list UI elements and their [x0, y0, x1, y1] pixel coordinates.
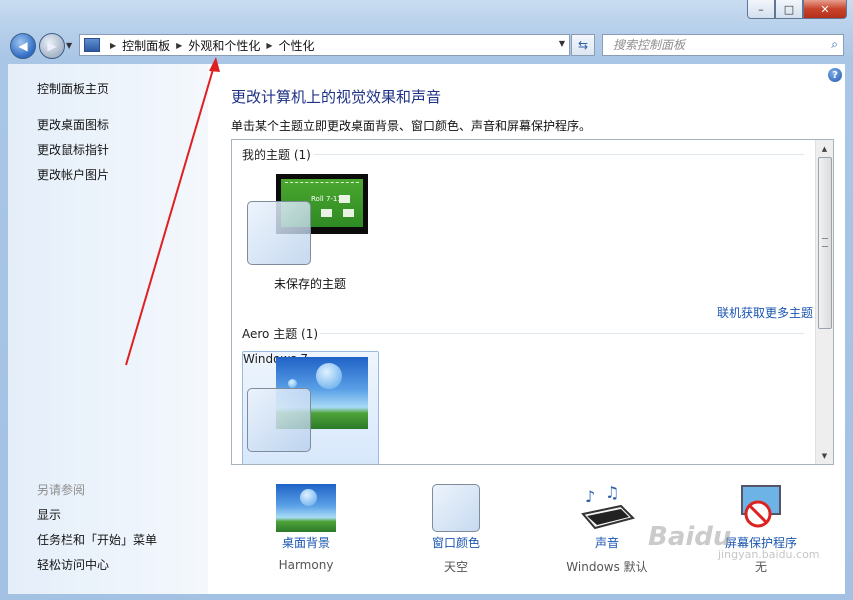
moon-graphic	[288, 379, 297, 388]
desktop-background-icon	[276, 484, 336, 532]
maximize-button[interactable]: □	[775, 0, 803, 19]
sidebar-link-mouse-pointers[interactable]: 更改鼠标指针	[37, 141, 109, 158]
arrow-right-icon: ▶	[47, 39, 57, 53]
window-controls: – □ ✕	[747, 0, 847, 19]
sidebar: 控制面板主页 更改桌面图标 更改鼠标指针 更改帐户图片 另请参阅 显示 任务栏和…	[8, 64, 208, 594]
recent-pages-dropdown-icon[interactable]: ▼	[66, 41, 72, 50]
group-heading-my-themes: 我的主题 (1)	[242, 148, 311, 162]
scroll-up-icon[interactable]: ▲	[816, 140, 833, 157]
breadcrumb-personalization[interactable]: 个性化	[279, 37, 315, 54]
setting-label[interactable]: 桌面背景	[266, 534, 346, 551]
scroll-thumb[interactable]	[818, 157, 832, 329]
sounds-setting[interactable]: ♪ ♫ 声音 Windows 默认	[557, 483, 657, 575]
sidebar-link-account-picture[interactable]: 更改帐户图片	[37, 166, 109, 183]
desktop-background-setting[interactable]: 桌面背景 Harmony	[266, 484, 346, 572]
window-color-preview	[247, 201, 311, 265]
breadcrumb-appearance[interactable]: 外观和个性化	[188, 37, 260, 54]
theme-windows7[interactable]: Windows 7	[242, 351, 379, 464]
breadcrumb-control-panel[interactable]: 控制面板	[122, 37, 170, 54]
baidu-watermark: Baidu jingyan.baidu.com	[648, 522, 820, 561]
close-button[interactable]: ✕	[803, 0, 847, 19]
back-button[interactable]: ◀	[10, 33, 36, 59]
address-dropdown-icon[interactable]: ▼	[559, 39, 565, 48]
help-icon[interactable]: ?	[828, 68, 842, 82]
planet-graphic	[316, 363, 342, 389]
divider	[314, 154, 804, 155]
watermark-url: jingyan.baidu.com	[718, 548, 820, 561]
minimize-button[interactable]: –	[747, 0, 775, 19]
theme-list: 我的主题 (1) Roll 7-11 未保存的主题 联机获取更多主题 Aero …	[231, 139, 834, 465]
thumbnail-box	[339, 195, 350, 203]
thumbnail-box	[343, 209, 354, 217]
sidebar-link-taskbar[interactable]: 任务栏和「开始」菜单	[37, 531, 157, 548]
window-color-setting[interactable]: 窗口颜色 天空	[416, 484, 496, 575]
sound-keyboard-icon: ♪ ♫	[577, 483, 637, 532]
sidebar-link-home[interactable]: 控制面板主页	[37, 80, 109, 97]
search-input[interactable]	[611, 35, 815, 55]
window-color-preview	[247, 388, 311, 452]
navigation-bar: ◀ ▶ ▼ ▶ 控制面板 ▶ 外观和个性化 ▶ 个性化 ▼ ⇆ ⌕	[0, 32, 853, 60]
setting-value: Harmony	[278, 558, 334, 572]
control-panel-icon	[84, 38, 100, 52]
chevron-right-icon[interactable]: ▶	[266, 41, 272, 50]
thumbnail-border-pattern	[285, 182, 359, 186]
window-color-icon	[432, 484, 480, 532]
get-more-themes-link[interactable]: 联机获取更多主题	[717, 304, 813, 321]
personalization-window: – □ ✕ ◀ ▶ ▼ ▶ 控制面板 ▶ 外观和个性化 ▶ 个性化 ▼ ⇆ ⌕	[0, 0, 853, 600]
theme-name: 未保存的主题	[273, 277, 346, 291]
chevron-right-icon[interactable]: ▶	[110, 41, 116, 50]
setting-value: Windows 默认	[566, 560, 648, 574]
theme-unsaved[interactable]: Roll 7-11 未保存的主题	[242, 170, 378, 291]
search-icon[interactable]: ⌕	[831, 37, 838, 52]
setting-label[interactable]: 声音	[557, 534, 657, 551]
sidebar-link-desktop-icons[interactable]: 更改桌面图标	[37, 116, 109, 133]
scroll-down-icon[interactable]: ▼	[816, 447, 833, 464]
chevron-right-icon[interactable]: ▶	[176, 41, 182, 50]
divider	[320, 333, 804, 334]
setting-label[interactable]: 窗口颜色	[416, 534, 496, 551]
forward-button[interactable]: ▶	[39, 33, 65, 59]
see-also-heading: 另请参阅	[37, 483, 86, 497]
vertical-scrollbar[interactable]: ▲ ▼	[815, 140, 833, 464]
setting-value: 天空	[443, 560, 468, 574]
sidebar-link-ease-of-access[interactable]: 轻松访问中心	[37, 556, 109, 573]
group-heading-aero-themes: Aero 主题 (1)	[242, 327, 319, 341]
title-bar: – □ ✕	[0, 0, 853, 30]
address-bar[interactable]: ▶ 控制面板 ▶ 外观和个性化 ▶ 个性化 ▼	[79, 34, 570, 56]
sidebar-link-display[interactable]: 显示	[37, 506, 61, 523]
thumbnail-text: Roll 7-11	[311, 195, 342, 203]
refresh-button[interactable]: ⇆	[571, 34, 595, 56]
page-description: 单击某个主题立即更改桌面背景、窗口颜色、声音和屏幕保护程序。	[231, 119, 592, 133]
refresh-icon: ⇆	[577, 38, 589, 52]
svg-text:♪: ♪	[585, 487, 595, 506]
search-box: ⌕	[602, 34, 844, 56]
arrow-left-icon: ◀	[18, 39, 28, 53]
page-title: 更改计算机上的视觉效果和声音	[231, 88, 442, 106]
thumbnail-box	[321, 209, 332, 217]
svg-text:♫: ♫	[605, 484, 619, 502]
main-content: ? 更改计算机上的视觉效果和声音 单击某个主题立即更改桌面背景、窗口颜色、声音和…	[208, 64, 845, 594]
